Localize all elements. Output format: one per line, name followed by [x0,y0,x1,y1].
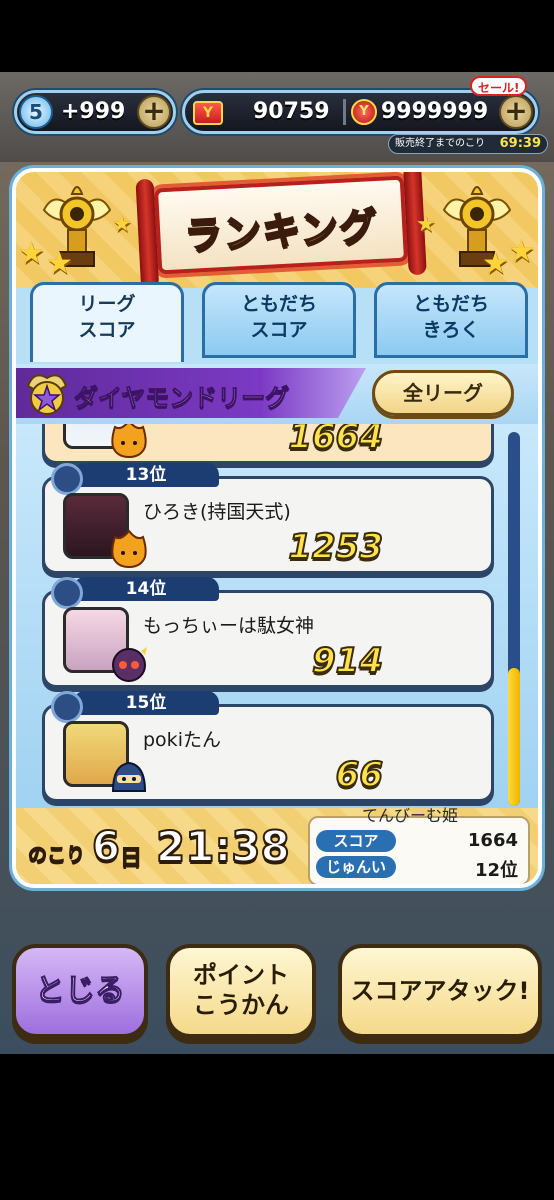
list-item[interactable]: 1664 [42,424,494,464]
rank-badge: 13位 [51,463,219,495]
list-item[interactable]: 14位 もっちぃーは駄女神 914 [42,577,494,688]
list-item[interactable]: 13位 ひろき(持国天式) 1253 [42,463,494,574]
star-icon: ★ [416,212,436,237]
point-exchange-label: ポイント [193,961,289,989]
ymoney-icon: Y [351,99,377,125]
diamond-league-icon [26,374,68,415]
blue-pet-icon [111,761,147,792]
player-score: 914 [311,640,384,682]
sale-timer-value: 69:39 [499,136,541,151]
spirit-currency-pill: 5 +999 + [14,90,176,134]
score-attack-button[interactable]: スコアアタック! [338,944,542,1038]
tab-friend-record[interactable]: ともだち きろく [374,282,528,358]
rank-badge: 15位 [51,691,219,723]
my-score-row: スコア 1664 [316,830,522,854]
spirit-count: 5 [29,100,43,124]
dark-pet-icon [112,647,147,682]
fire-pet-icon [111,529,147,569]
tab-label: スコア [250,319,308,341]
ycoin-icon: Y [193,101,223,125]
remaining-days: 6 [91,823,121,871]
score-label: スコア [316,830,396,852]
rank-badge: 14位 [51,577,219,609]
fire-pet-icon [111,424,147,459]
star-icon: ★ [508,234,535,269]
add-coin-button[interactable]: + [499,95,533,129]
scrollbar-thumb[interactable] [508,668,520,806]
tab-label: スコア [78,319,136,341]
ymoney-value: 9999999 [381,99,489,124]
ycoin-value: 90759 [253,99,330,124]
star-icon: ★ [46,246,73,281]
player-score: 1664 [287,424,384,458]
all-league-button[interactable]: 全リーグ [372,370,514,416]
tab-label: ともだち [412,293,489,315]
my-player-name: てんびーむ姫 [362,806,459,825]
tab-label: きろく [422,319,480,341]
tab-league-score[interactable]: リーグ スコア [30,282,184,362]
remaining-label: のこり [27,844,86,867]
league-ribbon: ダイヤモンドリーグ [16,368,366,418]
remaining-days-unit: 日 [119,846,143,872]
spirit-icon: 5 [19,95,53,129]
list-item[interactable]: 15位 pokiたん 66 [42,691,494,802]
league-bar: ダイヤモンドリーグ 全リーグ [16,364,538,424]
currency-divider [343,99,346,125]
ranking-list[interactable]: 1664 13位 ひろき(持国天式) 1253 14位 もっちぃーは駄女神 91… [16,424,538,808]
league-name: ダイヤモンドリーグ [73,384,290,413]
game-screen: 5 +999 + Y 90759 Y 9999999 + セール! 販売終了まで… [0,72,554,1054]
spirit-value: +999 [61,99,126,124]
ranking-tabs: リーグ スコア ともだち スコア ともだち きろく [16,282,538,362]
close-button[interactable]: とじる [12,944,148,1038]
tab-friend-score[interactable]: ともだち スコア [202,282,356,358]
tab-label: リーグ [78,293,136,315]
currency-bar: 5 +999 + Y 90759 Y 9999999 + セール! 販売終了まで… [0,72,554,162]
rank-label: じゅんい [316,856,396,878]
player-name: pokiたん [143,729,221,751]
sale-timer: 販売終了までのこり 69:39 [388,134,548,154]
player-score: 66 [335,754,384,796]
ranking-panel: ★ ★ ★ ランキング ★ ★ ★ リーグ スコア ともだち スコア ともだち … [12,168,542,888]
point-exchange-button[interactable]: ポイント こうかん [166,944,316,1038]
title-scroll: ランキング [153,175,409,275]
panel-header: ★ ★ ★ ランキング ★ ★ ★ [16,172,538,288]
page-title: ランキング [182,203,380,259]
my-rank-row: じゅんい 12位 [316,856,522,881]
score-value: 1664 [467,830,518,851]
panel-footer: のこり 6 日 21:38 てんびーむ姫 スコア 1664 じゅんい 12位 [16,806,538,884]
star-icon: ★ [112,212,132,237]
remaining-time: 21:38 [155,821,291,872]
sale-timer-label: 販売終了までのこり [395,138,485,149]
sale-badge[interactable]: セール! [470,76,528,96]
player-name: ひろき(持国天式) [143,501,291,523]
player-score: 1253 [287,526,384,568]
point-exchange-label: こうかん [193,991,289,1019]
tab-label: ともだち [240,293,317,315]
player-name: もっちぃーは駄女神 [143,615,315,637]
star-icon: ★ [482,246,509,281]
star-icon: ★ [18,236,45,271]
rank-value: 12位 [474,860,518,881]
add-spirit-button[interactable]: + [137,95,171,129]
